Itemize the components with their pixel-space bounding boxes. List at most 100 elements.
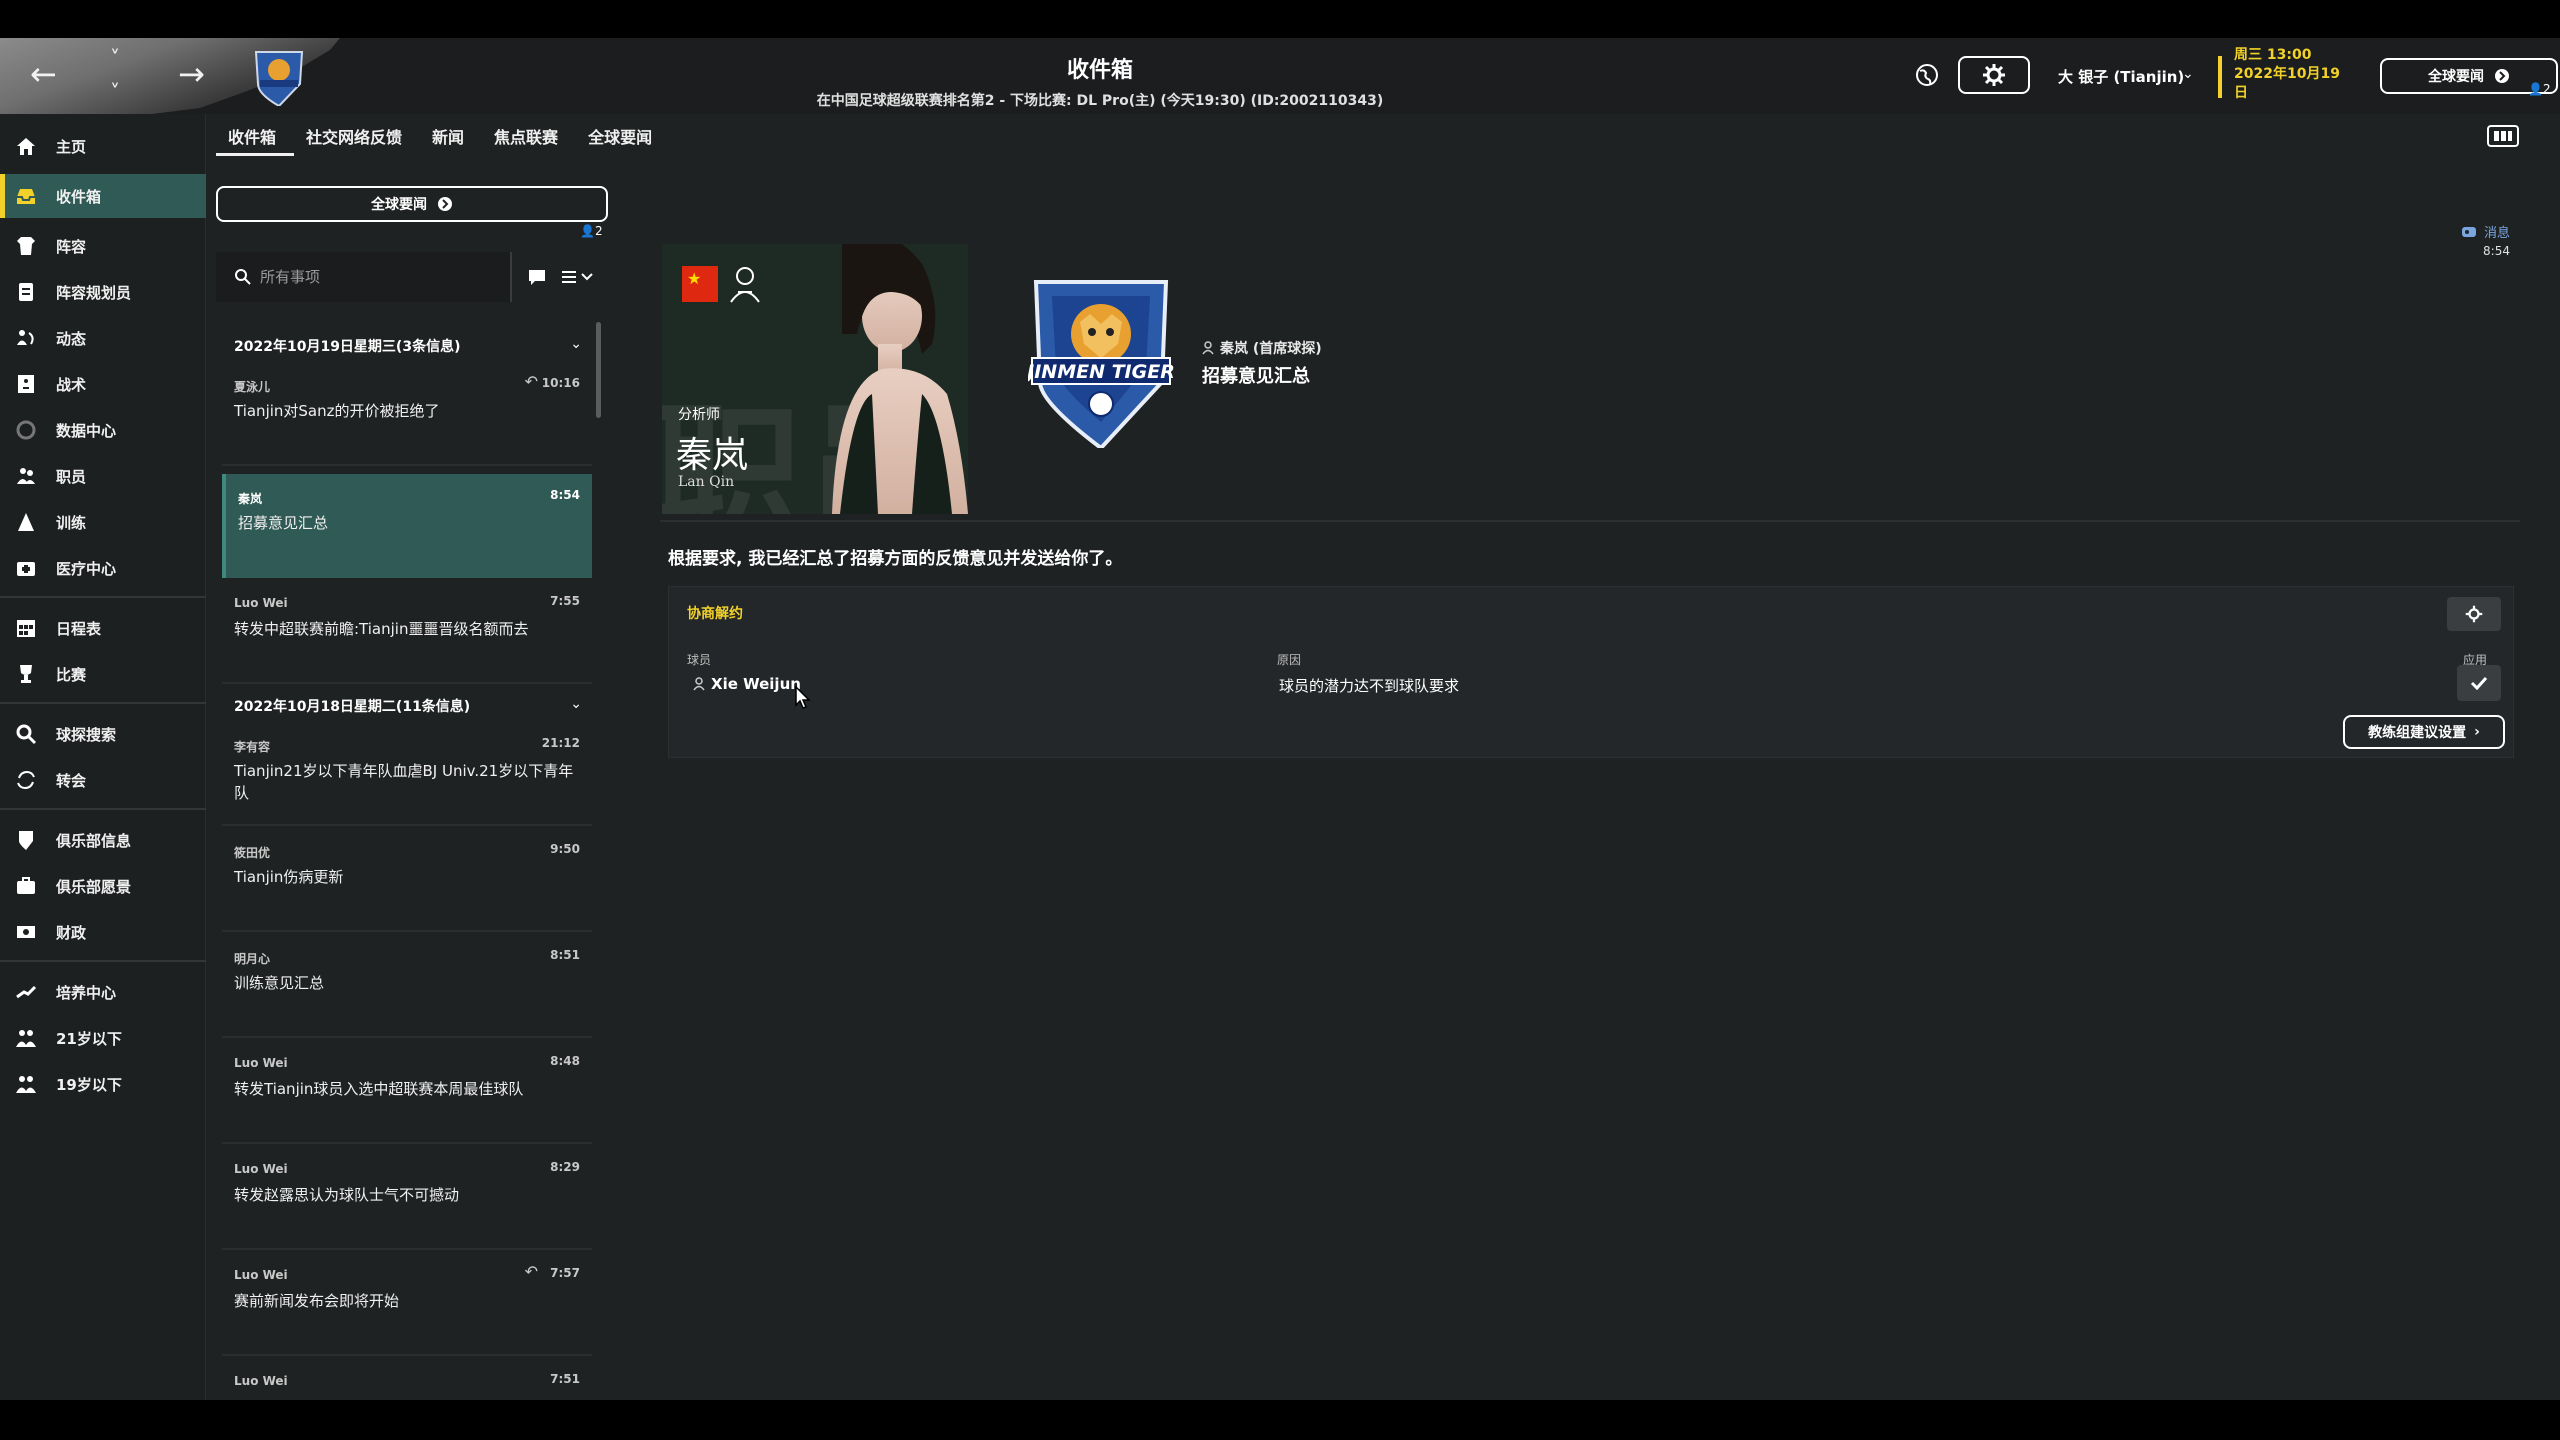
sender-info: 秦岚 (首席球探) 招募意见汇总 <box>1202 338 1322 388</box>
game-date[interactable]: 周三 13:00 2022年10月19日 <box>2234 46 2344 103</box>
tactics-icon <box>14 372 38 396</box>
list-item[interactable]: Luo Wei ↶ 7:57 赛前新闻发布会即将开始 <box>222 1252 592 1356</box>
forward-arrow-icon[interactable]: → <box>178 58 205 90</box>
message-subject: 赛前新闻发布会即将开始 <box>234 1292 400 1310</box>
sidebar-item-finances[interactable]: 财政 <box>0 910 206 954</box>
sender-portrait-card[interactable]: 职员 ★ 分析师 秦岚 Lan Qin <box>662 244 968 514</box>
trophy-icon <box>14 662 38 686</box>
club-crest-icon[interactable] <box>252 46 306 106</box>
chat-bubble-icon[interactable] <box>526 266 548 288</box>
dynamics-icon <box>14 326 38 350</box>
message-sender: Luo Wei <box>234 1056 288 1070</box>
sidebar-item-schedule[interactable]: 日程表 <box>0 606 206 650</box>
sidebar-item-competitions[interactable]: 比赛 <box>0 652 206 696</box>
panel-settings-button[interactable] <box>2447 597 2501 631</box>
message-sender: Luo Wei <box>234 1162 288 1176</box>
gear-icon <box>2465 605 2483 623</box>
sidebar-item-u21[interactable]: 21岁以下 <box>0 1016 206 1060</box>
inbox-news-badge: 👤2 <box>580 224 603 238</box>
app-window: ← ˅ ˅ → 收件箱 在中国足球超级联赛排名第2 - 下场比赛: DL Pro… <box>0 38 2560 1400</box>
list-item[interactable]: Luo Wei 7:55 转发中超联赛前瞻:Tianjin噩噩晋级名额而去 <box>222 580 592 684</box>
sidebar-item-label: 转会 <box>56 771 87 790</box>
sidebar-item-dynamics[interactable]: 动态 <box>0 316 206 360</box>
staff-portrait-image <box>832 244 968 514</box>
user-chevron-down-icon[interactable]: ⌄ <box>2182 66 2194 82</box>
settings-button[interactable] <box>1958 56 2030 94</box>
squad-icon <box>14 234 38 258</box>
sidebar-item-planner[interactable]: 阵容规划员 <box>0 270 206 314</box>
message-time: 21:12 <box>541 736 580 750</box>
coach-advice-settings-button[interactable]: 教练组建议设置 › <box>2343 715 2505 749</box>
tab-global-news[interactable]: 全球要闻 <box>576 114 670 156</box>
player-name: Xie Weijun <box>711 675 801 693</box>
message-subject: 转发中超联赛前瞻:Tianjin噩噩晋级名额而去 <box>234 620 529 638</box>
chevron-down-icon[interactable]: ˅ <box>110 82 120 102</box>
date-accent-bar <box>2218 56 2222 98</box>
sender-line[interactable]: 秦岚 (首席球探) <box>1202 338 1322 358</box>
sidebar-item-development[interactable]: 培养中心 <box>0 970 206 1014</box>
globe-icon[interactable] <box>1914 62 1940 88</box>
tab-news[interactable]: 新闻 <box>420 114 482 156</box>
list-scrollbar[interactable] <box>596 322 601 418</box>
inbox-global-news-button[interactable]: 全球要闻 <box>216 186 608 222</box>
filter-menu-icon[interactable] <box>560 266 600 288</box>
title-block: 收件箱 在中国足球超级联赛排名第2 - 下场比赛: DL Pro(主) (今天1… <box>700 52 1500 110</box>
arrow-circle-icon <box>438 197 452 211</box>
sidebar-item-club-info[interactable]: 俱乐部信息 <box>0 818 206 862</box>
sidebar-item-home[interactable]: 主页 <box>0 124 206 168</box>
message-subject-title: 招募意见汇总 <box>1202 366 1310 387</box>
sidebar-item-tactics[interactable]: 战术 <box>0 362 206 406</box>
sidebar-item-squad[interactable]: 阵容 <box>0 224 206 268</box>
finance-icon <box>14 920 38 944</box>
analyst-role-icon <box>730 267 760 303</box>
list-item[interactable]: Luo Wei 7:51 <box>222 1358 592 1400</box>
sidebar-item-u19[interactable]: 19岁以下 <box>0 1062 206 1106</box>
inbox-list-panel: 全球要闻 👤2 2022年10月19日星期三(3条信息) ⌄ <box>216 186 608 1400</box>
sidebar-item-medical[interactable]: 医疗中心 <box>0 546 206 590</box>
arrow-circle-icon <box>2495 69 2509 83</box>
sidebar-item-inbox[interactable]: 收件箱 <box>0 174 206 218</box>
layout-toggle-icon[interactable] <box>2486 122 2520 150</box>
chevron-down-icon: ⌄ <box>570 336 582 352</box>
message-subject: Tianjin伤病更新 <box>234 868 344 886</box>
sidebar-item-club-vision[interactable]: 俱乐部愿景 <box>0 864 206 908</box>
player-link[interactable]: Xie Weijun <box>693 675 801 693</box>
sidebar-item-scouting[interactable]: 球探搜索 <box>0 712 206 756</box>
home-icon <box>14 134 38 158</box>
apply-checkmark-button[interactable] <box>2457 665 2501 701</box>
tab-inbox[interactable]: 收件箱 <box>216 114 295 156</box>
list-item[interactable]: 李有容 21:12 Tianjin21岁以下青年队血虐BJ Univ.21岁以下… <box>222 722 592 826</box>
message-subject: 训练意见汇总 <box>234 974 325 992</box>
user-name[interactable]: 大 银子 (Tianjin) <box>2058 66 2184 87</box>
global-news-label: 全球要闻 <box>2428 69 2484 85</box>
sidebar-item-data-hub[interactable]: 数据中心 <box>0 408 206 452</box>
detail-divider <box>660 520 2520 522</box>
message-time: 10:16 <box>541 376 580 390</box>
list-item[interactable]: Luo Wei 8:29 转发赵露思认为球队士气不可撼动 <box>222 1146 592 1250</box>
tab-social-feedback[interactable]: 社交网络反馈 <box>294 114 420 156</box>
club-crest-large[interactable]: JINMEN TIGER <box>1028 272 1174 448</box>
sidebar-item-training[interactable]: 训练 <box>0 500 206 544</box>
page-title: 收件箱 <box>1066 58 1133 83</box>
message-subject: 转发Tianjin球员入选中超联赛本周最佳球队 <box>234 1080 524 1098</box>
list-item[interactable]: Luo Wei 8:48 转发Tianjin球员入选中超联赛本周最佳球队 <box>222 1040 592 1144</box>
list-item[interactable]: 夏泳儿 ↶ 10:16 Tianjin对Sanz的开价被拒绝了 <box>222 362 592 466</box>
back-arrow-icon[interactable]: ← <box>30 58 57 90</box>
sidebar-item-staff[interactable]: 职员 <box>0 454 206 498</box>
staff-icon <box>14 464 38 488</box>
search-input[interactable] <box>260 268 500 286</box>
message-sender: Luo Wei <box>234 1268 288 1282</box>
list-item-selected[interactable]: 秦岚 8:54 招募意见汇总 <box>222 474 592 578</box>
message-time: 8:29 <box>550 1160 580 1174</box>
crest-text: JINMEN TIGER <box>1028 361 1174 383</box>
list-item[interactable]: 筱田优 9:50 Tianjin伤病更新 <box>222 828 592 932</box>
reply-icon: ↶ <box>524 372 538 391</box>
chevron-up-icon[interactable]: ˅ <box>110 48 120 68</box>
group-header-title: 2022年10月19日星期三(3条信息) <box>234 339 461 355</box>
list-item[interactable]: 明月心 8:51 训练意见汇总 <box>222 934 592 1038</box>
sidebar-divider <box>0 702 206 704</box>
tab-focus-league[interactable]: 焦点联赛 <box>482 114 576 156</box>
planner-icon <box>14 280 38 304</box>
message-tag-icon <box>2461 226 2476 237</box>
sidebar-item-transfers[interactable]: 转会 <box>0 758 206 802</box>
